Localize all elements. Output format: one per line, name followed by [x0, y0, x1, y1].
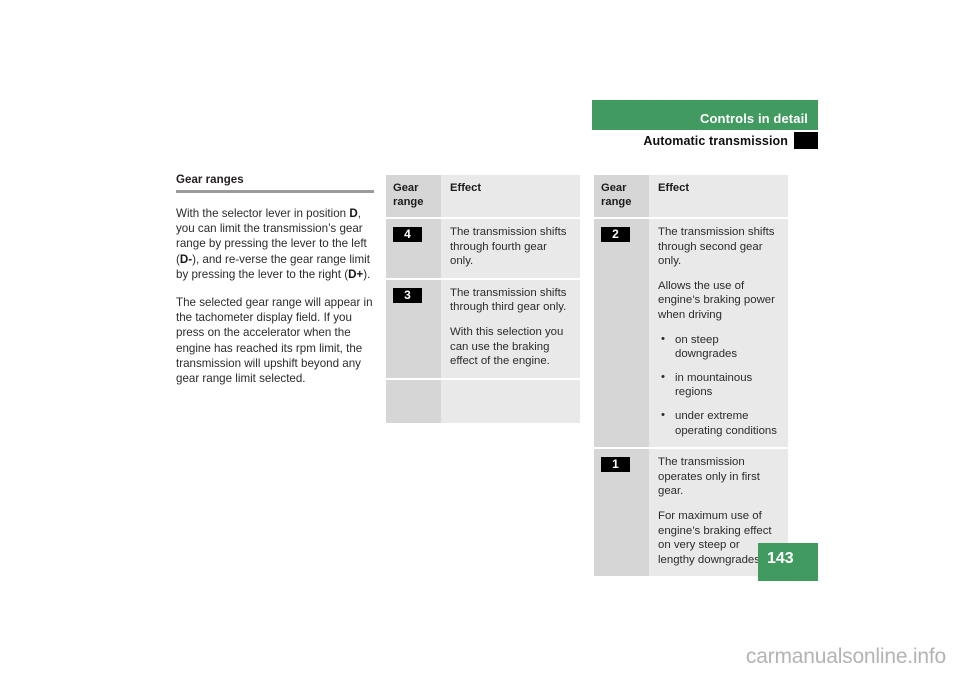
table-row: 2 The transmission shifts through second …	[594, 217, 788, 448]
effect-header-cell: Effect	[441, 175, 580, 217]
effect-header-label: Effect	[450, 182, 482, 194]
effect-paragraph: The transmission shifts through third ge…	[450, 286, 567, 314]
body-paragraph: With the selector lever in position D, y…	[176, 206, 374, 282]
gear-indicator-badge: 2	[601, 227, 630, 242]
effect-header-cell: Effect	[649, 175, 788, 217]
title-divider	[176, 190, 374, 193]
chapter-header-bar: Controls in detail	[592, 100, 818, 130]
section-subtitle: Automatic transmission	[643, 134, 788, 148]
page-number: 143	[767, 550, 794, 567]
list-item: in mountainous regions	[658, 370, 779, 400]
table-header-row: Gear range Effect	[386, 175, 580, 217]
table-filler	[386, 377, 580, 423]
effect-bullet-list: on steep downgrades in mountainous region…	[658, 332, 779, 439]
effect-header-label: Effect	[658, 182, 690, 194]
table-row: 4 The transmission shifts through fourth …	[386, 217, 580, 278]
gear-indicator-badge: 1	[601, 457, 630, 473]
gear-range-cell: 3	[386, 279, 441, 378]
text-run: ), and re-verse the gear range limit by …	[176, 252, 370, 281]
gear-indicator-badge: 4	[393, 227, 422, 242]
watermark: carmanualsonline.info	[745, 645, 946, 668]
gear-range-header-cell: Gear range	[386, 175, 441, 217]
gear-range-table-2: Gear range Effect 2 The transmission shifts…	[594, 175, 788, 579]
effect-cell: The transmission shifts through fourth g…	[441, 219, 580, 278]
gear-range-header-cell: Gear range	[594, 175, 649, 217]
effect-cell: The transmission shifts through third ge…	[441, 279, 580, 378]
filler-effect-cell	[441, 379, 580, 423]
gear-indicator-badge: 3	[393, 287, 422, 303]
page-title: Gear ranges	[176, 174, 244, 186]
gear-range-cell: 4	[386, 219, 441, 278]
list-item: under extreme operating conditions	[658, 408, 779, 438]
gear-range-header-label: Gear range	[393, 182, 424, 208]
effect-paragraph: The transmission shifts through second g…	[658, 226, 775, 268]
page-number-block: 143	[758, 543, 818, 581]
effect-paragraph: The transmission shifts through fourth g…	[450, 226, 567, 268]
effect-paragraph: Allows the use of engine’s braking power…	[658, 279, 775, 321]
section-marker-tab	[794, 132, 818, 149]
gear-range-cell: 1	[594, 449, 649, 577]
emphasis-text: D+	[348, 267, 364, 281]
filler-gear-cell	[386, 379, 441, 423]
effect-cell: The transmission shifts through second g…	[649, 219, 788, 448]
table-row: 3 The transmission shifts through third g…	[386, 277, 580, 378]
body-paragraph: The selected gear range will appear in t…	[176, 295, 374, 386]
text-run: ).	[363, 267, 371, 281]
gear-range-header-label: Gear range	[601, 182, 632, 208]
gear-range-table-1: Gear range Effect 4 The transmission shifts…	[386, 175, 580, 423]
effect-paragraph: With this selection you can use the brak…	[450, 325, 564, 368]
emphasis-text: D	[349, 207, 358, 220]
table-header-row: Gear range Effect	[594, 175, 788, 217]
text-run: With the selector lever in position	[176, 207, 350, 220]
chapter-title: Controls in detail	[700, 111, 808, 126]
list-item: on steep downgrades	[658, 332, 779, 362]
effect-paragraph: The transmission operates only in first …	[658, 456, 760, 498]
emphasis-text: D-	[179, 252, 193, 266]
left-text-column: Gear ranges With the selector lever in p…	[176, 174, 374, 386]
body-text: With the selector lever in position D, y…	[176, 206, 374, 386]
text-run: The selected gear range will appear in t…	[176, 296, 373, 386]
gear-range-cell: 2	[594, 219, 649, 448]
